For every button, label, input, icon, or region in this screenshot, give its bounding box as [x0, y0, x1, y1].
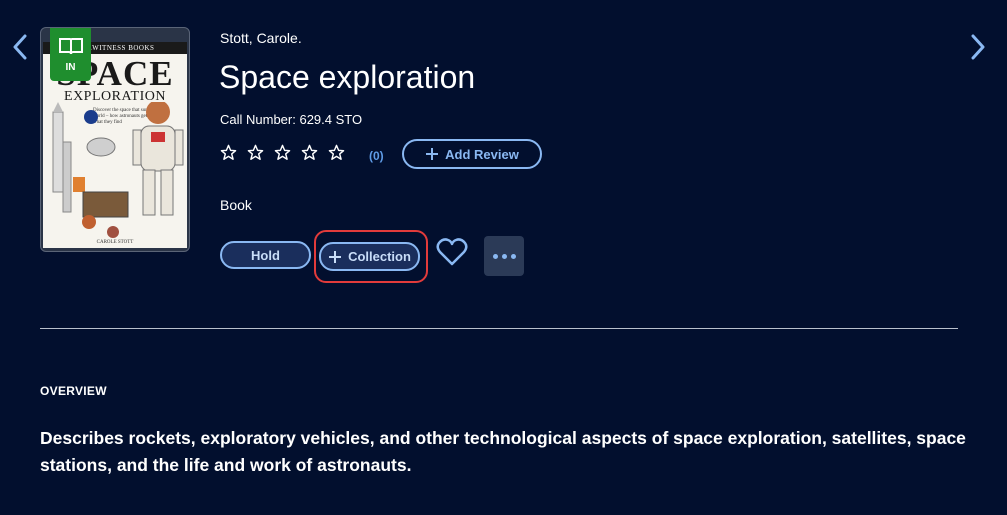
plus-icon — [329, 250, 342, 263]
previous-item-button[interactable] — [8, 32, 32, 62]
section-divider — [40, 328, 958, 329]
star-icon[interactable] — [220, 144, 237, 161]
plus-icon — [426, 148, 439, 160]
add-review-button[interactable]: Add Review — [402, 139, 542, 169]
favorite-button[interactable] — [436, 237, 468, 272]
star-icon[interactable] — [301, 144, 318, 161]
review-count-link[interactable]: (0) — [369, 149, 384, 163]
collection-label: Collection — [348, 249, 411, 264]
heart-icon — [436, 238, 468, 266]
chevron-left-icon — [13, 34, 27, 60]
star-icon[interactable] — [274, 144, 291, 161]
overview-text: Describes rockets, exploratory vehicles,… — [40, 428, 966, 475]
star-icon[interactable] — [328, 144, 345, 161]
cover-illustration — [52, 102, 184, 238]
add-to-collection-button[interactable]: Collection — [319, 242, 420, 271]
overview-heading: OVERVIEW — [40, 384, 107, 398]
next-item-button[interactable] — [966, 32, 990, 62]
star-icon[interactable] — [247, 144, 264, 161]
hold-label: Hold — [251, 247, 280, 263]
format-label: Book — [220, 197, 252, 213]
page-title: Space exploration — [219, 59, 476, 95]
call-number: Call Number: 629.4 STO — [220, 112, 363, 127]
more-options-button[interactable] — [484, 236, 524, 276]
author-link[interactable]: Stott, Carole. — [220, 30, 302, 46]
cover-author: CAROLE STOTT — [96, 240, 134, 245]
availability-label: IN — [65, 62, 76, 73]
availability-badge: IN — [50, 28, 91, 81]
add-review-label: Add Review — [445, 146, 519, 162]
more-icon — [492, 253, 498, 259]
chevron-right-icon — [971, 34, 985, 60]
open-book-icon — [58, 38, 83, 55]
hold-button[interactable]: Hold — [220, 241, 311, 269]
rating-stars[interactable] — [220, 144, 345, 161]
